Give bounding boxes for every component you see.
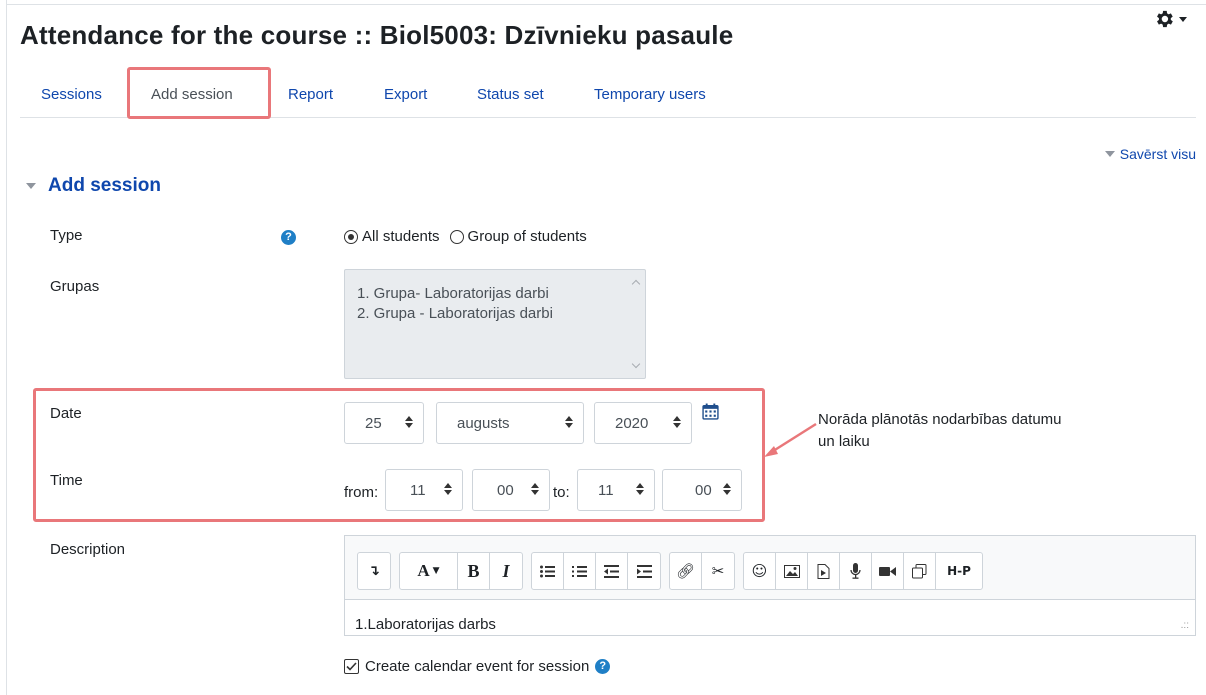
settings-menu[interactable] bbox=[1153, 8, 1187, 30]
checkmark-icon bbox=[346, 662, 357, 671]
ordered-list-icon[interactable] bbox=[564, 553, 596, 589]
microphone-icon[interactable] bbox=[840, 553, 872, 589]
time-to-label: to: bbox=[553, 484, 570, 501]
editor-toolbar: ↴ A ▼ B I 🔗︎ ✂︎ ☺ H-P bbox=[357, 552, 983, 590]
h5p-icon[interactable]: H-P bbox=[936, 553, 982, 589]
tab-temporary-users[interactable]: Temporary users bbox=[594, 80, 706, 110]
description-editor: ↴ A ▼ B I 🔗︎ ✂︎ ☺ H-P 1.Laboratorijas da… bbox=[344, 535, 1196, 636]
description-label: Description bbox=[50, 541, 126, 558]
italic-icon[interactable]: I bbox=[490, 553, 522, 589]
toolbar-group-media: ☺ H-P bbox=[743, 552, 983, 590]
time-from-minute-select[interactable]: 00 bbox=[472, 469, 550, 511]
date-day-value: 25 bbox=[365, 414, 382, 432]
tab-sessions[interactable]: Sessions bbox=[41, 80, 102, 110]
annotation-arrow-icon bbox=[764, 422, 817, 457]
tab-export[interactable]: Export bbox=[384, 80, 427, 110]
select-arrows-icon bbox=[636, 483, 644, 495]
question-circle-icon[interactable]: ? bbox=[595, 659, 611, 674]
caret-down-icon bbox=[1104, 151, 1115, 157]
select-arrows-icon bbox=[531, 483, 539, 495]
chevron-down-icon bbox=[1179, 16, 1187, 22]
outdent-icon[interactable] bbox=[596, 553, 628, 589]
scroll-up-icon bbox=[631, 279, 641, 289]
link-icon[interactable]: 🔗︎ bbox=[670, 553, 702, 589]
tab-bar: Sessions Add session Report Export Statu… bbox=[20, 70, 1196, 118]
time-from-minute-value: 00 bbox=[497, 481, 514, 499]
time-label: Time bbox=[50, 472, 83, 489]
image-icon[interactable] bbox=[776, 553, 808, 589]
font-style-dropdown-icon[interactable]: A ▼ bbox=[400, 553, 458, 589]
time-to-minute-select[interactable]: 00 bbox=[662, 469, 742, 511]
radio-group-of-students-label[interactable]: Group of students bbox=[468, 228, 587, 245]
annotation-note: Norāda plānotās nodarbības datumu un lai… bbox=[818, 411, 1062, 450]
listbox-scrollbar[interactable] bbox=[631, 278, 641, 370]
type-radio-group: All students Group of students bbox=[344, 228, 597, 245]
date-month-value: augusts bbox=[457, 414, 510, 432]
scroll-down-icon bbox=[631, 359, 641, 369]
section-title: Add session bbox=[48, 175, 161, 196]
page-title: Attendance for the course :: Biol5003: D… bbox=[20, 20, 734, 50]
section-header[interactable]: Add session bbox=[26, 175, 161, 197]
bold-icon[interactable]: B bbox=[458, 553, 490, 589]
select-arrows-icon bbox=[723, 483, 731, 495]
question-circle-icon[interactable]: ? bbox=[281, 230, 296, 245]
date-label: Date bbox=[50, 405, 82, 422]
time-to-hour-value: 11 bbox=[598, 481, 614, 499]
collapse-all-label: Savērst visu bbox=[1119, 146, 1196, 162]
manage-files-icon[interactable] bbox=[904, 553, 936, 589]
tab-report[interactable]: Report bbox=[288, 80, 333, 110]
radio-selected-dot bbox=[348, 233, 354, 240]
date-month-select[interactable]: augusts bbox=[436, 402, 584, 444]
media-file-icon[interactable] bbox=[808, 553, 840, 589]
calendar-event-checkbox[interactable] bbox=[344, 659, 359, 674]
toolbar-group-toggle: ↴ bbox=[357, 552, 391, 590]
group-option[interactable]: 1. Grupa- Laboratorijas darbi bbox=[357, 284, 645, 304]
description-text-area[interactable]: 1.Laboratorijas darbs .:: bbox=[345, 599, 1195, 635]
calendar-icon[interactable] bbox=[702, 403, 719, 420]
toolbar-group-text: A ▼ B I bbox=[399, 552, 523, 590]
time-from-hour-select[interactable]: 11 bbox=[385, 469, 463, 511]
radio-all-students-label[interactable]: All students bbox=[362, 228, 440, 245]
calendar-event-label[interactable]: Create calendar event for session bbox=[365, 658, 589, 675]
time-from-hour-value: 11 bbox=[410, 481, 426, 499]
collapse-all-link[interactable]: Savērst visu bbox=[1104, 146, 1196, 162]
group-option[interactable]: 2. Grupa - Laboratorijas darbi bbox=[357, 304, 645, 324]
radio-group-of-students[interactable] bbox=[449, 229, 464, 244]
select-arrows-icon bbox=[405, 416, 413, 428]
time-from-label: from: bbox=[344, 484, 379, 501]
groups-listbox[interactable]: 1. Grupa- Laboratorijas darbi 2. Grupa -… bbox=[344, 269, 646, 379]
date-day-select[interactable]: 25 bbox=[344, 402, 424, 444]
date-year-value: 2020 bbox=[615, 414, 649, 432]
collapse-toggle-icon bbox=[26, 183, 36, 189]
description-content: 1.Laboratorijas darbs bbox=[355, 616, 496, 633]
toolbar-group-lists bbox=[531, 552, 661, 590]
indent-icon[interactable] bbox=[628, 553, 660, 589]
groups-label: Grupas bbox=[50, 278, 100, 295]
gear-icon bbox=[1157, 10, 1173, 28]
calendar-event-option: Create calendar event for session ? bbox=[344, 658, 611, 675]
page-left-border bbox=[6, 0, 7, 695]
tab-status-set[interactable]: Status set bbox=[477, 80, 544, 110]
select-arrows-icon bbox=[444, 483, 452, 495]
select-arrows-icon bbox=[565, 416, 573, 428]
video-camera-icon[interactable] bbox=[872, 553, 904, 589]
date-year-select[interactable]: 2020 bbox=[594, 402, 692, 444]
tab-add-session[interactable]: Add session bbox=[151, 80, 233, 110]
emoji-icon[interactable]: ☺ bbox=[744, 553, 776, 589]
toolbar-group-links: 🔗︎ ✂︎ bbox=[669, 552, 735, 590]
unlink-icon[interactable]: ✂︎ bbox=[702, 553, 734, 589]
select-arrows-icon bbox=[673, 416, 681, 428]
toolbar-toggle-icon[interactable]: ↴ bbox=[358, 553, 390, 589]
resize-handle-icon[interactable]: .:: bbox=[1181, 620, 1189, 631]
time-to-hour-select[interactable]: 11 bbox=[577, 469, 655, 511]
radio-all-students[interactable] bbox=[344, 229, 358, 244]
type-label: Type bbox=[50, 227, 83, 244]
unordered-list-icon[interactable] bbox=[532, 553, 564, 589]
time-to-minute-value: 00 bbox=[695, 481, 712, 499]
page-top-border bbox=[6, 4, 1206, 5]
